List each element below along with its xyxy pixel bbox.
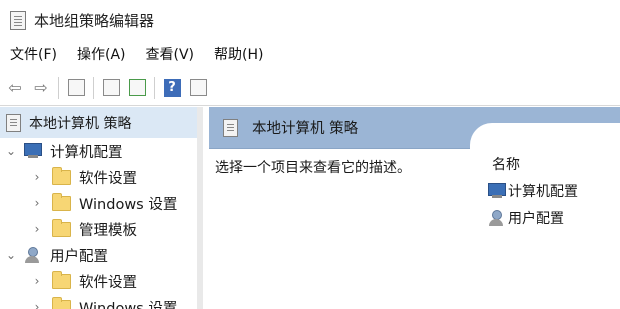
details-header-title: 本地计算机 策略: [252, 121, 359, 137]
menu-view[interactable]: 查看(V): [146, 44, 195, 64]
tree-pane: 本地计算机 策略 ⌄ 计算机配置 › 软件设置 › Windows 设置 › 管…: [0, 107, 203, 309]
toolbar-separator: [154, 76, 155, 99]
user-icon: [24, 246, 42, 264]
help-icon[interactable]: ?: [161, 77, 183, 99]
tree-item-windows-settings[interactable]: › Windows 设置: [0, 190, 197, 216]
menu-bar: 文件(F) 操作(A) 查看(V) 帮助(H): [0, 40, 620, 68]
folder-icon: [52, 166, 71, 185]
chevron-down-icon[interactable]: ⌄: [4, 144, 18, 158]
show-hide-tree-icon[interactable]: [65, 77, 87, 99]
title-bar: 本地组策略编辑器: [0, 0, 620, 40]
toolbar: ⇦ ⇨ ?: [0, 70, 620, 106]
folder-icon: [52, 192, 71, 211]
tree-label: 软件设置: [79, 170, 137, 187]
window-title: 本地组策略编辑器: [34, 11, 155, 30]
policy-document-icon: [6, 113, 21, 132]
tree-item-admin-templates[interactable]: › 管理模板: [0, 216, 197, 242]
policy-document-icon: [223, 118, 238, 137]
chevron-right-icon[interactable]: ›: [30, 222, 44, 236]
list-item-label: 用户配置: [508, 211, 564, 227]
chevron-right-icon[interactable]: ›: [30, 274, 44, 288]
folder-icon: [52, 296, 71, 309]
tree-root-label: 本地计算机 策略: [29, 115, 132, 132]
back-arrow-icon[interactable]: ⇦: [4, 77, 26, 99]
menu-action[interactable]: 操作(A): [77, 44, 126, 64]
list-item-user-config[interactable]: 用户配置: [488, 207, 564, 229]
tree-label: 软件设置: [79, 274, 137, 291]
list-item-computer-config[interactable]: 计算机配置: [488, 180, 578, 202]
description-text: 选择一个项目来查看它的描述。: [215, 160, 411, 176]
view-icon[interactable]: [187, 77, 209, 99]
chevron-right-icon[interactable]: ›: [30, 170, 44, 184]
chevron-right-icon[interactable]: ›: [30, 196, 44, 210]
details-pane: 本地计算机 策略 选择一个项目来查看它的描述。 名称 计算机配置 用户配置: [209, 107, 620, 309]
tree-label: Windows 设置: [79, 300, 178, 309]
computer-icon: [24, 143, 42, 159]
policy-editor-icon: [10, 10, 26, 30]
tree-label: 计算机配置: [50, 144, 123, 161]
chevron-down-icon[interactable]: ⌄: [4, 248, 18, 262]
tree-item-computer-config[interactable]: ⌄ 计算机配置: [0, 138, 197, 164]
column-header-name[interactable]: 名称: [492, 154, 520, 174]
folder-icon: [52, 270, 71, 289]
list-item-label: 计算机配置: [508, 184, 578, 200]
toolbar-separator: [93, 76, 94, 99]
tree-item-user-software-settings[interactable]: › 软件设置: [0, 268, 197, 294]
tree-item-user-windows-settings[interactable]: › Windows 设置: [0, 294, 197, 309]
forward-arrow-icon[interactable]: ⇨: [30, 77, 52, 99]
computer-icon: [488, 183, 506, 199]
tree-label: 管理模板: [79, 222, 137, 239]
tree-root-local-policy[interactable]: 本地计算机 策略: [0, 107, 197, 138]
menu-help[interactable]: 帮助(H): [214, 44, 263, 64]
tree-item-user-config[interactable]: ⌄ 用户配置: [0, 242, 197, 268]
menu-file[interactable]: 文件(F): [10, 44, 57, 64]
tree-label: Windows 设置: [79, 196, 178, 213]
folder-icon: [52, 218, 71, 237]
user-icon: [488, 209, 506, 227]
properties-icon[interactable]: [100, 77, 122, 99]
header-curve: [470, 123, 620, 149]
tree-label: 用户配置: [50, 248, 108, 265]
export-list-icon[interactable]: [126, 77, 148, 99]
toolbar-separator: [58, 76, 59, 99]
chevron-right-icon[interactable]: ›: [30, 300, 44, 309]
tree-item-software-settings[interactable]: › 软件设置: [0, 164, 197, 190]
